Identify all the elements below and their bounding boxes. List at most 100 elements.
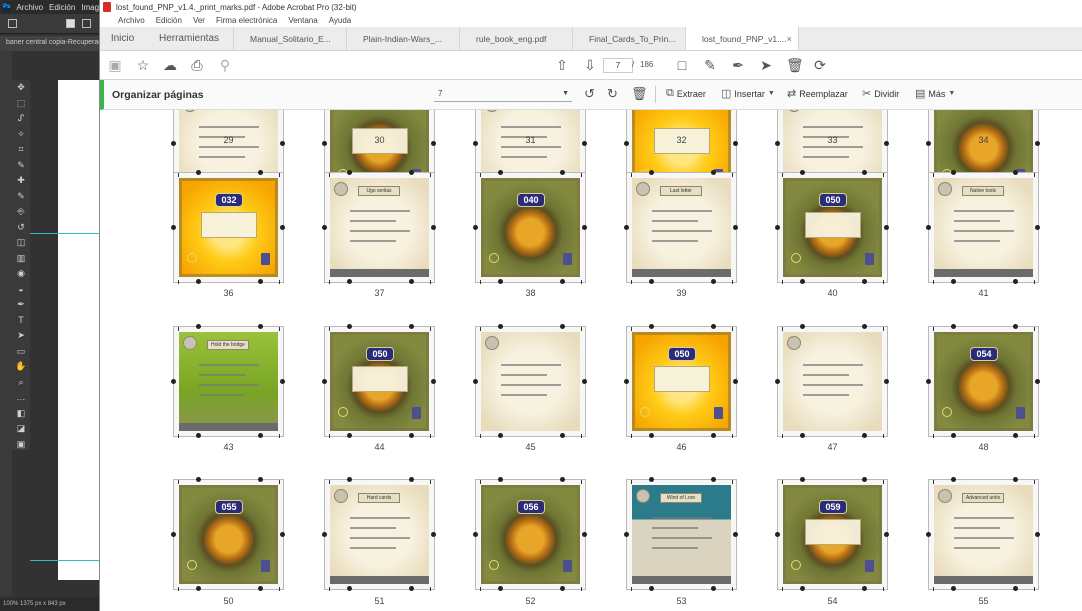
page-thumbnail[interactable]: 055 [171,477,285,591]
page-thumbnail[interactable] [473,324,587,438]
tab-home[interactable]: Inicio [100,27,145,50]
page-number-input[interactable]: 7 [603,58,633,73]
rotate-left-icon[interactable]: ↺ [584,86,595,102]
next-page-icon[interactable]: ⇩ [582,57,598,73]
page-thumbnail[interactable]: 050 [775,170,889,284]
highlight-pen-icon[interactable]: ✎ [702,57,718,73]
page-thumbnail[interactable]: 040 [473,170,587,284]
crop-mark-icon [582,379,587,384]
page-thumbnail[interactable]: 059 [775,477,889,591]
delete-icon[interactable]: 🗑 [786,57,804,73]
photoshop-doc-tab[interactable]: baner central copia-Recuperado [0,36,100,51]
shape-tool-icon[interactable]: ▭ [12,344,30,360]
card-item-icon [865,253,874,265]
tab-document[interactable]: Plain-Indian-Wars_... [347,27,460,50]
path-select-icon[interactable]: ➤ [12,328,30,344]
card-text-line [954,547,1000,549]
eraser-icon[interactable]: ◫ [12,235,30,251]
menu-archivo[interactable]: Archivo [118,16,145,25]
tab-document[interactable]: Manual_Solitario_E... [234,27,347,50]
pen-tool-icon[interactable]: ✒ [12,297,30,313]
bookmark-star-icon[interactable]: ☆ [135,57,151,73]
page-thumbnail[interactable] [775,324,889,438]
screen-mode-icon[interactable]: ▣ [12,437,30,453]
page-number-label: 29 [223,135,234,145]
brush-tool-icon[interactable]: ✎ [12,189,30,205]
card-text-line [199,156,245,158]
save-icon[interactable]: ▣ [107,57,123,73]
lasso-tool-icon[interactable]: ᔑ [12,111,30,127]
crop-mark-icon [171,225,176,230]
page-thumbnail[interactable]: Ugo serilas [322,170,436,284]
replace-button[interactable]: ⇄ Reemplazar [787,87,848,100]
page-thumbnail[interactable]: Hold the bridge [171,324,285,438]
split-button[interactable]: ✂ Dividir [862,87,899,100]
search-icon[interactable]: ⚲ [217,57,233,73]
move-tool-icon[interactable]: ✥ [12,80,30,96]
more-button[interactable]: ▤ Más ▼ [915,87,955,100]
options-mode-icon-2[interactable] [82,19,91,28]
history-brush-icon[interactable]: ↺ [12,220,30,236]
page-thumbnail[interactable]: Advanced units [926,477,1040,591]
page-thumbnail[interactable]: Wind of Lore [624,477,738,591]
page-thumbnail[interactable]: 032 [171,170,285,284]
crop-mark-icon [711,586,716,591]
card-image: Native tools [934,178,1033,277]
gradient-tool-icon[interactable]: ▥ [12,251,30,267]
ps-menu-edit[interactable]: Edición [49,3,75,12]
share-icon[interactable]: ➤ [758,57,774,73]
blur-tool-icon[interactable]: ◉ [12,266,30,282]
upload-cloud-icon[interactable]: ☁ [162,57,178,73]
crop-mark-icon [862,477,867,482]
page-thumbnail[interactable]: 056 [473,477,587,591]
close-tab-icon[interactable]: × [787,34,792,44]
menu-ver[interactable]: Ver [193,16,205,25]
comment-icon[interactable]: □ [674,57,690,73]
magic-wand-icon[interactable]: ✧ [12,127,30,143]
marquee-tool-icon[interactable]: ⬚ [12,96,30,112]
photoshop-canvas[interactable] [58,80,100,580]
tab-document-active[interactable]: lost_found_PNP_v1.... × [686,27,799,50]
rotate-right-icon[interactable]: ↻ [607,86,618,102]
color-swatch-icon[interactable]: ◧ [12,406,30,422]
eyedropper-icon[interactable]: ✎ [12,158,30,174]
ps-menu-file[interactable]: Archivo [16,3,43,12]
quick-mask-icon[interactable]: ◪ [12,421,30,437]
page-thumbnail[interactable]: Native tools [926,170,1040,284]
delete-pages-icon[interactable]: 🗑 [631,86,648,102]
hand-tool-icon[interactable]: ✋ [12,359,30,375]
print-mark [933,434,934,438]
page-number-label: 40 [827,288,838,298]
card-number-badge: 050 [668,347,696,361]
print-icon[interactable]: ⎙ [189,57,205,73]
print-mark [430,480,431,484]
menu-firma[interactable]: Firma electrónica [216,16,277,25]
menu-edicion[interactable]: Edición [156,16,182,25]
menu-ayuda[interactable]: Ayuda [329,16,352,25]
rotate-icon[interactable]: ⟳ [812,57,828,73]
type-tool-icon[interactable]: T [12,313,30,329]
menu-ventana[interactable]: Ventana [288,16,317,25]
sign-icon[interactable]: ✒ [730,57,746,73]
crop-tool-icon[interactable]: ⌗ [12,142,30,158]
page-thumbnail[interactable]: Last letter [624,170,738,284]
tab-document[interactable]: Final_Cards_To_Prin... [573,27,686,50]
tab-document[interactable]: rule_book_eng.pdf [460,27,573,50]
page-thumbnail[interactable]: 050 [624,324,738,438]
page-thumbnail[interactable]: 054 [926,324,1040,438]
previous-page-icon[interactable]: ⇧ [554,57,570,73]
print-mark [933,480,934,484]
tab-tools[interactable]: Herramientas [145,27,234,50]
zoom-tool-icon[interactable]: ⌕ [12,375,30,391]
page-thumbnail[interactable]: 050 [322,324,436,438]
page-range-select[interactable]: 7 ▼ [434,87,572,102]
options-home-icon[interactable] [8,19,17,28]
dodge-tool-icon[interactable]: ◒ [12,282,30,298]
page-thumbnail[interactable]: Hard cards [322,477,436,591]
stamp-tool-icon[interactable]: ⎆ [12,204,30,220]
options-mode-icon[interactable] [66,19,75,28]
more-tools-icon[interactable]: … [12,390,30,406]
extract-button[interactable]: ⧉ Extraer [666,87,706,100]
insert-button[interactable]: ◫ Insertar ▼ [721,87,775,100]
healing-brush-icon[interactable]: ✚ [12,173,30,189]
